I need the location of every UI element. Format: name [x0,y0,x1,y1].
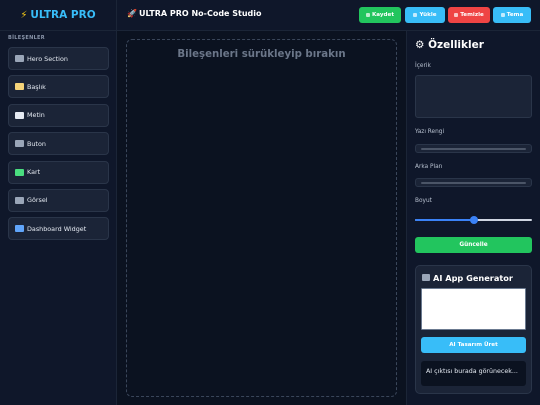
image-icon [15,55,24,62]
background-color-swatch [421,182,526,184]
moon-icon [500,13,505,17]
properties-title-text: Özellikler [428,39,484,51]
content-textarea[interactable] [415,75,532,118]
save-button-label: Kaydet [371,12,395,18]
content-label: İçerik [415,63,431,69]
load-button[interactable]: Yükle [405,7,445,23]
component-label: Buton [27,139,46,148]
ai-generator-title: AI App Generator [422,273,513,283]
logo-text: ULTRA PRO [30,9,96,21]
trash-icon [454,13,459,17]
component-label: Kart [27,168,41,177]
ai-generate-button[interactable]: AI Tasarım Üret [421,337,526,353]
image-icon [15,196,24,204]
save-button[interactable]: Kaydet [359,7,401,23]
folder-icon [413,13,418,17]
ai-generator-title-text: AI App Generator [433,273,513,283]
logo: ⚡ ULTRA PRO [0,0,116,31]
radio-button-icon [15,140,24,148]
ai-generator-card: AI App Generator AI Tasarım Üret AI çıkt… [415,265,532,394]
component-hero-section[interactable]: Hero Section [8,47,109,70]
background-label: Arka Plan [415,164,443,170]
component-image[interactable]: Görsel [8,188,109,212]
component-label: Metin [27,111,45,120]
sidebar-section-title: BİLEŞENLER [8,35,45,41]
app-title: 🚀 ULTRA PRO No-Code Studio [127,9,262,18]
component-card[interactable]: Kart [8,160,109,184]
size-slider[interactable] [415,215,532,224]
size-label: Boyut [415,198,432,204]
theme-button[interactable]: Tema [493,7,531,23]
component-label: Dashboard Widget [27,224,87,233]
properties-title: ⚙ Özellikler [415,39,484,51]
component-button[interactable]: Buton [8,132,109,156]
page-icon [15,111,24,119]
slider-thumb[interactable] [469,215,478,224]
background-color-input[interactable] [415,178,532,187]
canvas-placeholder: Bileşenleri sürükleyip bırakın [177,49,346,60]
text-color-swatch [421,148,526,150]
text-color-input[interactable] [415,144,532,153]
component-label: Görsel [27,196,48,205]
memo-icon [15,83,24,91]
clear-button-label: Temizle [460,12,484,18]
theme-button-label: Tema [506,12,524,18]
lightning-icon: ⚡ [20,9,28,21]
load-button-label: Yükle [419,12,437,18]
ai-output: AI çıktısı burada görünecek... [421,361,526,386]
component-heading[interactable]: Başlık [8,75,109,99]
app-title-text: ULTRA PRO No-Code Studio [138,9,262,18]
chart-icon [15,225,24,233]
gear-icon: ⚙ [415,39,425,51]
clear-button[interactable]: Temizle [448,7,490,23]
sidebar: ⚡ ULTRA PRO BİLEŞENLER Hero Section Başl… [0,0,117,405]
ai-prompt-input[interactable] [421,288,526,330]
topbar: 🚀 ULTRA PRO No-Code Studio Kaydet Yükle T… [117,0,540,31]
puzzle-icon [15,168,24,176]
component-list: Hero Section Başlık Metin Buton Kart Gör… [8,47,109,246]
robot-icon [422,274,430,281]
component-text[interactable]: Metin [8,103,109,127]
text-color-label: Yazı Rengi [415,129,445,135]
component-dashboard-widget[interactable]: Dashboard Widget [8,217,109,241]
slider-fill [415,218,474,221]
drop-canvas[interactable]: Bileşenleri sürükleyip bırakın [126,39,397,397]
component-label: Başlık [27,82,46,91]
properties-panel: ⚙ Özellikler İçerik Yazı Rengi Arka Plan… [406,31,540,405]
update-button[interactable]: Güncelle [415,237,532,253]
component-label: Hero Section [27,54,68,63]
rocket-icon: 🚀 [127,9,137,18]
save-icon [365,13,370,17]
